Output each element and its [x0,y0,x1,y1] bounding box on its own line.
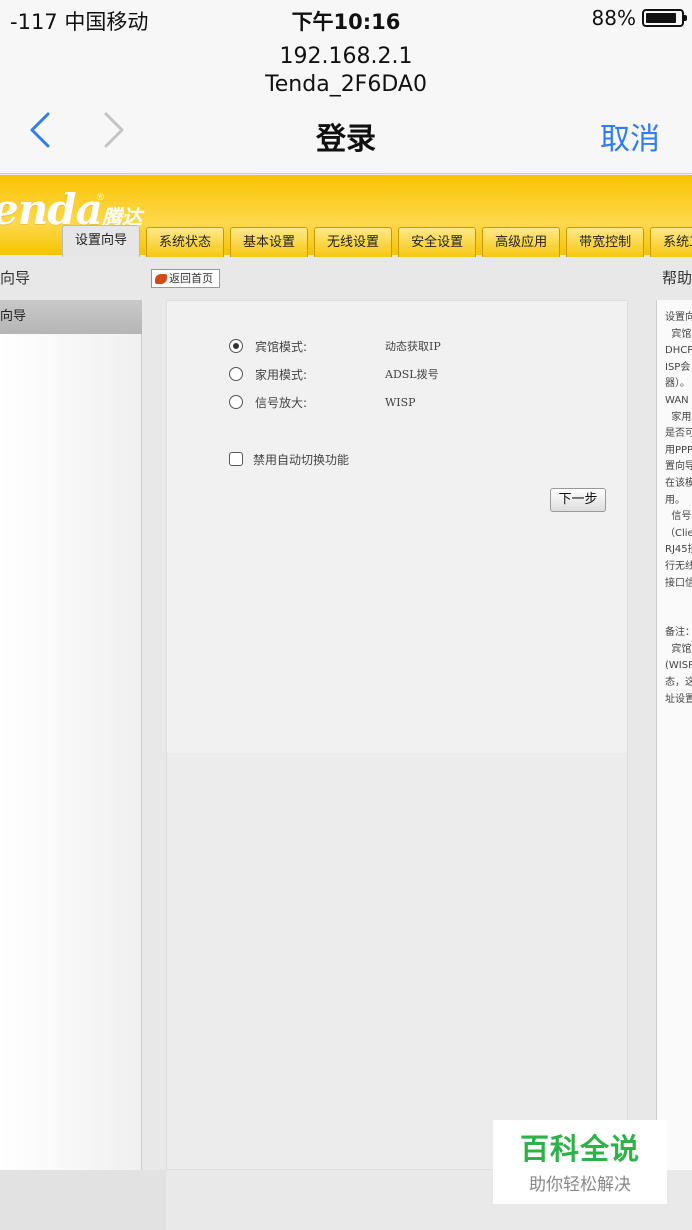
tab-basic-settings[interactable]: 基本设置 [230,227,309,257]
help-panel: 设置向 宾馆 DHCP ISP会 器）。 WAN 家用 是否可 用PPP 置向导… [656,300,692,1170]
chevron-right-icon[interactable] [98,110,128,150]
mode-value: 动态获取IP [385,340,441,353]
battery-status: 88% [591,6,687,30]
mode-option-repeater[interactable]: 信号放大: WISP [229,392,416,412]
auto-switch-option[interactable]: 禁用自动切换功能 [229,449,349,469]
left-menu: 向导 [0,300,142,1170]
mode-value: ADSL拨号 [385,368,439,381]
back-home-button[interactable]: 返回首页 [151,269,220,288]
back-home-label: 返回首页 [169,272,213,285]
host-address: 192.168.2.1 [279,44,413,69]
login-header: 192.168.2.1 Tenda_2F6DA0 登录 取消 [0,40,692,174]
tab-system-status[interactable]: 系统状态 [146,227,225,257]
network-name: Tenda_2F6DA0 [265,72,427,97]
home-arrow-icon [155,273,167,284]
clock: 下午10:16 [291,10,401,34]
tab-setup-wizard[interactable]: 设置向导 [62,225,141,257]
auto-switch-label: 禁用自动切换功能 [253,452,350,467]
help-text: 设置向 宾馆 DHCP ISP会 器）。 WAN 家用 是否可 用PPP 置向导… [665,312,692,705]
tab-advanced[interactable]: 高级应用 [482,227,561,257]
router-header: enda ® 腾达 设置向导 系统状态 基本设置 无线设置 安全设置 高级应用 … [0,175,692,257]
router-admin-page: enda ® 腾达 设置向导 系统状态 基本设置 无线设置 安全设置 高级应用 … [0,175,692,1230]
radio-hotel-mode[interactable] [229,339,243,353]
mode-label: 宾馆模式: [255,339,308,354]
auto-switch-checkbox[interactable] [229,452,243,466]
tab-security-settings[interactable]: 安全设置 [398,227,477,257]
tab-system-tools[interactable]: 系统工 [650,227,692,257]
mode-label: 信号放大: [255,395,308,410]
watermark-subtitle: 助你轻松解决 [529,1175,631,1195]
mode-option-home[interactable]: 家用模式: ADSL拨号 [229,364,439,384]
chevron-left-icon[interactable] [26,110,56,150]
help-title: 帮助 [662,269,692,287]
tab-bandwidth-control[interactable]: 带宽控制 [566,227,645,257]
wizard-panel: 宾馆模式: 动态获取IP 家用模式: ADSL拨号 信号放大: WISP 禁用自… [166,300,628,1170]
tab-wireless-settings[interactable]: 无线设置 [314,227,393,257]
left-menu-item-wizard[interactable]: 向导 [0,300,142,334]
radio-home-mode[interactable] [229,367,243,381]
mode-option-hotel[interactable]: 宾馆模式: 动态获取IP [229,336,441,356]
main-tabs: 设置向导 系统状态 基本设置 无线设置 安全设置 高级应用 带宽控制 系统工 [62,225,692,257]
watermark-badge: 百科全说 助你轻松解决 [493,1120,667,1204]
mode-value: WISP [385,395,416,409]
watermark-title: 百科全说 [519,1132,640,1166]
left-section-title: 向导 [0,269,31,287]
wizard-form: 宾馆模式: 动态获取IP 家用模式: ADSL拨号 信号放大: WISP 禁用自… [167,301,627,753]
mode-label: 家用模式: [255,367,308,382]
status-bar: -117 中国移动 下午10:16 88% [0,0,692,40]
cancel-button[interactable]: 取消 [600,114,660,158]
battery-icon [642,9,687,27]
radio-signal-boost[interactable] [229,395,243,409]
battery-percent: 88% [591,6,636,30]
next-button[interactable]: 下一步 [550,488,606,512]
